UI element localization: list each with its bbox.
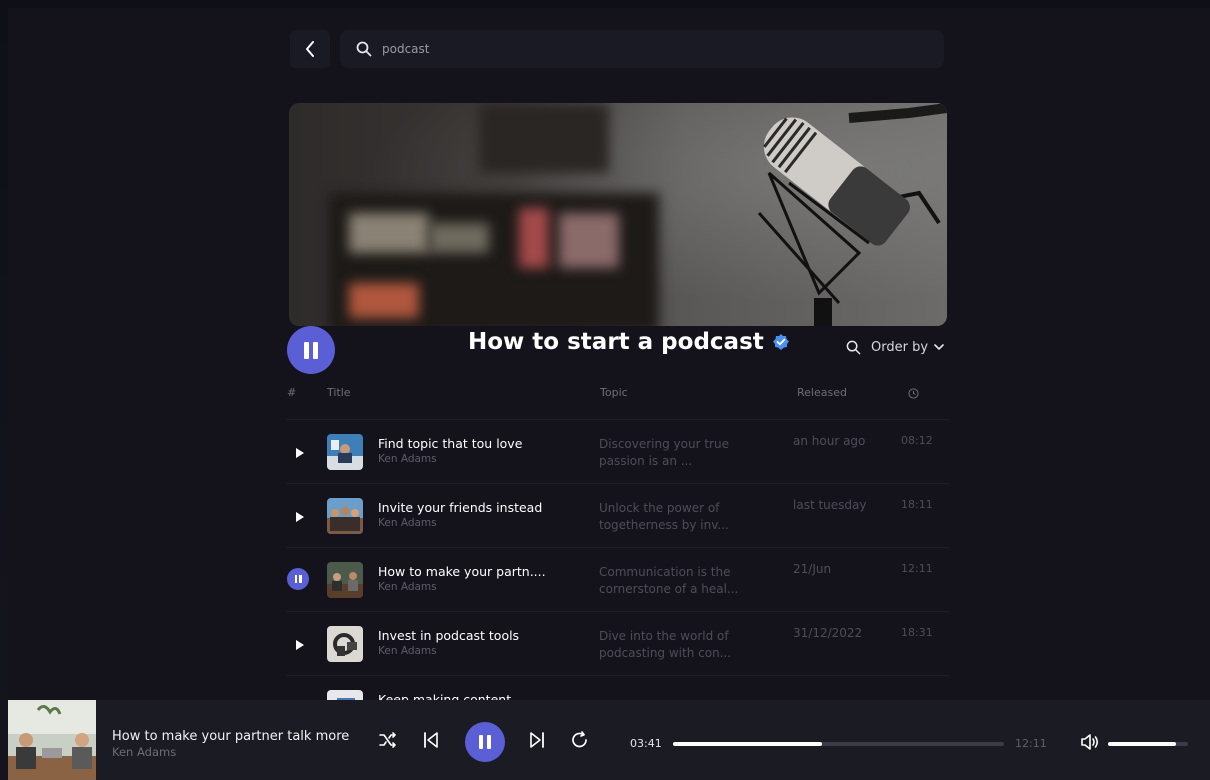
- total-time: 12:11: [1015, 737, 1047, 750]
- episode-released: last tuesday: [793, 498, 867, 512]
- now-playing-title: How to make your partner talk more: [112, 729, 350, 744]
- pause-button[interactable]: [287, 568, 309, 590]
- episode-author: Ken Adams: [378, 581, 437, 593]
- episode-thumbnail: [327, 498, 363, 534]
- episode-author: Ken Adams: [378, 645, 437, 657]
- episode-author: Ken Adams: [378, 517, 437, 529]
- topic-line: togetherness by inv...: [599, 518, 729, 532]
- play-icon[interactable]: [293, 510, 307, 524]
- col-topic: Topic: [600, 386, 628, 399]
- search-input[interactable]: [382, 42, 882, 56]
- microphone-icon: [757, 103, 947, 326]
- progress-bar[interactable]: [673, 742, 1004, 746]
- table-row[interactable]: Invite your friends instead Ken Adams Un…: [287, 483, 949, 547]
- topic-line: passion is an ...: [599, 454, 693, 468]
- col-released: Released: [797, 386, 847, 399]
- episode-released: 31/12/2022: [793, 626, 863, 640]
- episode-duration: 08:12: [901, 434, 933, 447]
- episode-topic: Discovering your true passion is an ...: [599, 436, 739, 470]
- search-list-icon[interactable]: [846, 340, 861, 355]
- topic-line: Discovering your true: [599, 437, 729, 451]
- progress-fill: [673, 742, 822, 746]
- skip-next-icon[interactable]: [528, 730, 546, 750]
- play-pause-button[interactable]: [465, 722, 505, 762]
- volume-icon[interactable]: [1080, 733, 1100, 751]
- play-icon[interactable]: [293, 638, 307, 652]
- clock-icon: [908, 388, 919, 399]
- playlist-header: How to start a podcast: [468, 329, 790, 355]
- episode-thumbnail: [327, 562, 363, 598]
- back-button[interactable]: [290, 30, 330, 68]
- table-row[interactable]: Invest in podcast tools Ken Adams Dive i…: [287, 611, 949, 675]
- episode-duration: 18:11: [901, 498, 933, 511]
- order-by-label: Order by: [871, 340, 929, 355]
- episode-topic: Communication is the cornerstone of a hea…: [599, 564, 739, 598]
- player-bar: How to make your partner talk more Ken A…: [8, 700, 1210, 780]
- skip-previous-icon[interactable]: [422, 730, 440, 750]
- hero-image: [289, 103, 947, 326]
- episode-title: Find topic that tou love: [378, 436, 523, 451]
- episode-thumbnail: [327, 626, 363, 662]
- now-playing-author: Ken Adams: [112, 745, 177, 759]
- topic-line: Dive into the world of: [599, 629, 729, 643]
- episode-title: How to make your partn....: [378, 564, 546, 579]
- play-pause-all-button[interactable]: [287, 326, 335, 374]
- episode-duration: 18:31: [901, 626, 933, 639]
- episode-title: Invest in podcast tools: [378, 628, 520, 643]
- repeat-icon[interactable]: [570, 730, 590, 750]
- episode-released: an hour ago: [793, 434, 866, 448]
- play-icon[interactable]: [293, 446, 307, 460]
- order-by-dropdown[interactable]: Order by: [871, 340, 944, 355]
- episode-duration: 12:11: [901, 562, 933, 575]
- topic-line: podcasting with con...: [599, 646, 732, 660]
- list-controls: Order by: [846, 340, 944, 355]
- verified-badge-icon: [772, 334, 789, 350]
- episode-thumbnail: [327, 434, 363, 470]
- topic-line: Unlock the power of: [599, 501, 720, 515]
- episode-title: Invite your friends instead: [378, 500, 543, 515]
- search-icon: [356, 41, 372, 57]
- chevron-left-icon: [306, 41, 314, 57]
- col-title: Title: [327, 386, 351, 399]
- now-playing-thumbnail: [8, 700, 96, 780]
- topic-line: cornerstone of a heal...: [599, 582, 739, 596]
- table-header: # Title Topic Released: [287, 386, 947, 406]
- shuffle-icon[interactable]: [378, 730, 398, 750]
- current-time: 03:41: [630, 737, 662, 750]
- chevron-down-icon: [934, 344, 944, 351]
- episode-author: Ken Adams: [378, 453, 437, 465]
- episode-topic: Dive into the world of podcasting with co…: [599, 628, 739, 662]
- topic-line: Communication is the: [599, 565, 731, 579]
- page-title: How to start a podcast: [468, 329, 764, 355]
- search-bar[interactable]: [340, 30, 944, 68]
- col-number: #: [287, 386, 297, 399]
- episode-released: 21/Jun: [793, 562, 832, 576]
- pause-icon: [294, 575, 302, 583]
- volume-fill: [1108, 742, 1176, 746]
- table-row[interactable]: Find topic that tou love Ken Adams Disco…: [287, 419, 949, 483]
- table-row[interactable]: How to make your partn.... Ken Adams Com…: [287, 547, 949, 611]
- episode-topic: Unlock the power of togetherness by inv..…: [599, 500, 739, 534]
- volume-slider[interactable]: [1108, 742, 1188, 746]
- pause-icon: [479, 735, 491, 749]
- pause-icon: [304, 341, 318, 359]
